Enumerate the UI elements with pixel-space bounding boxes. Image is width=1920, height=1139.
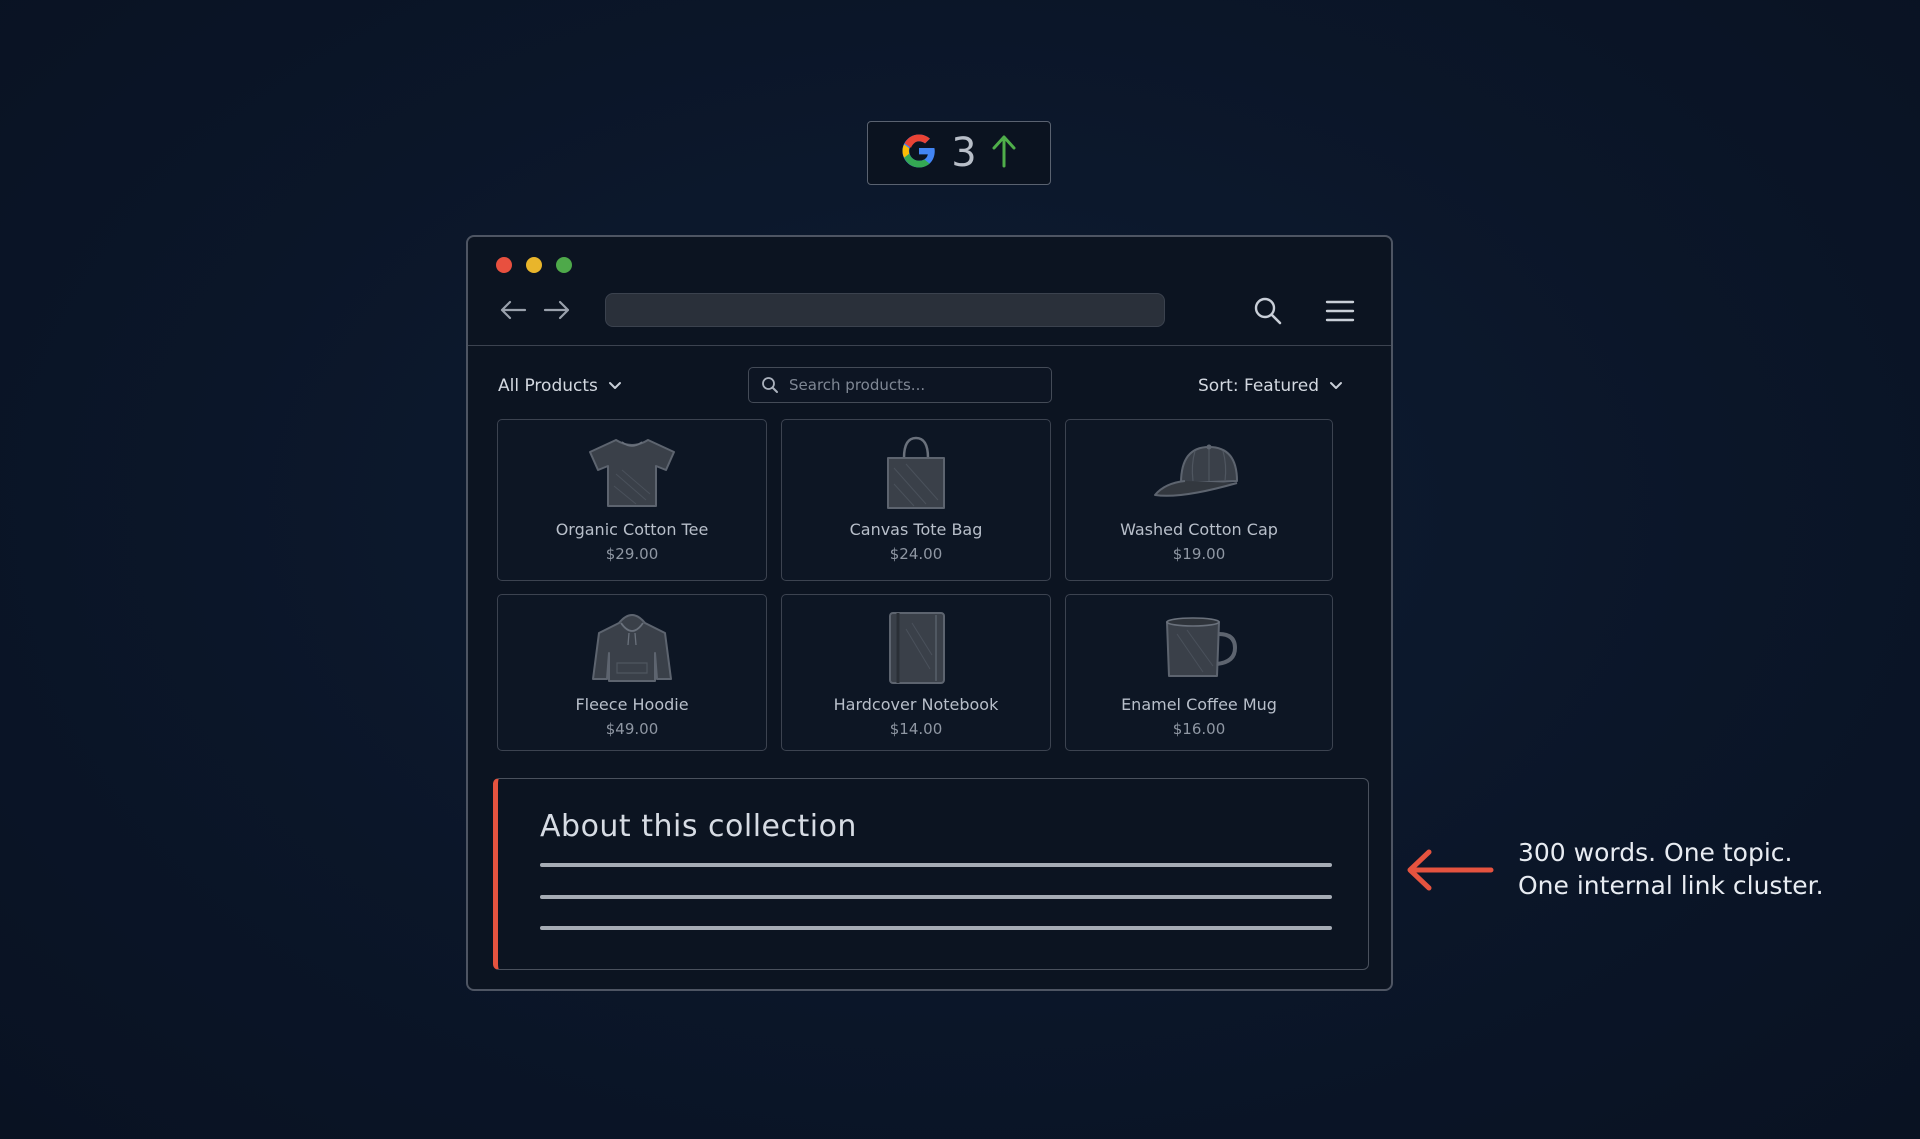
arrow-left-icon <box>1405 848 1495 896</box>
product-name: Organic Cotton Tee <box>555 520 709 539</box>
t-shirt-icon <box>586 432 678 512</box>
arrow-right-icon <box>543 300 570 320</box>
product-name: Canvas Tote Bag <box>849 520 983 539</box>
product-name: Hardcover Notebook <box>833 695 999 714</box>
product-card[interactable]: Organic Cotton Tee $29.00 <box>497 419 767 581</box>
hoodie-icon <box>591 607 673 687</box>
browser-window: All Products Sort: Featured <box>466 235 1393 991</box>
close-window-button[interactable] <box>496 257 512 273</box>
callout-line-2: One internal link cluster. <box>1518 871 1824 900</box>
hamburger-menu-icon[interactable] <box>1322 293 1358 329</box>
filter-bar: All Products Sort: Featured <box>468 367 1391 405</box>
arrow-up-icon <box>991 134 1017 172</box>
product-card[interactable]: Hardcover Notebook $14.00 <box>781 594 1051 751</box>
product-price: $19.00 <box>1172 545 1226 563</box>
search-icon <box>762 377 778 393</box>
product-price: $29.00 <box>605 545 659 563</box>
product-card[interactable]: Enamel Coffee Mug $16.00 <box>1065 594 1333 751</box>
cap-icon <box>1151 432 1247 512</box>
callout-annotation: 300 words. One topic. One internal link … <box>1518 836 1824 902</box>
notebook-icon <box>884 607 948 687</box>
product-name: Fleece Hoodie <box>575 695 689 714</box>
category-dropdown[interactable]: All Products <box>498 367 622 405</box>
about-title: About this collection <box>540 809 857 844</box>
browser-toolbar <box>468 237 1391 346</box>
product-price: $14.00 <box>889 720 943 738</box>
product-card[interactable]: Washed Cotton Cap $19.00 <box>1065 419 1333 581</box>
arrow-left-icon <box>500 300 527 320</box>
text-placeholder-line <box>540 926 1332 930</box>
search-icon[interactable] <box>1250 293 1286 329</box>
forward-button[interactable] <box>540 293 574 327</box>
back-button[interactable] <box>496 293 530 327</box>
product-price: $49.00 <box>605 720 659 738</box>
product-price: $24.00 <box>889 545 943 563</box>
sort-dropdown[interactable]: Sort: Featured <box>1198 367 1343 405</box>
sort-label: Sort: Featured <box>1198 376 1320 396</box>
rank-number: 3 <box>951 130 977 176</box>
product-card[interactable]: Canvas Tote Bag $24.00 <box>781 419 1051 581</box>
text-placeholder-line <box>540 863 1332 867</box>
product-price: $16.00 <box>1172 720 1226 738</box>
product-name: Washed Cotton Cap <box>1120 520 1278 539</box>
product-search-input[interactable] <box>789 376 1029 394</box>
about-collection-section: About this collection <box>493 778 1369 970</box>
address-bar[interactable] <box>605 293 1165 327</box>
google-rank-badge: 3 <box>867 121 1051 185</box>
tote-bag-icon <box>876 432 956 512</box>
text-placeholder-line <box>540 895 1332 899</box>
google-g-icon <box>901 133 937 173</box>
product-card[interactable]: Fleece Hoodie $49.00 <box>497 594 767 751</box>
minimize-window-button[interactable] <box>526 257 542 273</box>
mug-icon <box>1159 607 1239 687</box>
maximize-window-button[interactable] <box>556 257 572 273</box>
chevron-down-icon <box>608 382 621 389</box>
product-name: Enamel Coffee Mug <box>1121 695 1277 714</box>
callout-line-1: 300 words. One topic. <box>1518 838 1793 867</box>
product-search-box[interactable] <box>748 367 1052 403</box>
chevron-down-icon <box>1330 382 1343 389</box>
category-label: All Products <box>498 376 598 396</box>
